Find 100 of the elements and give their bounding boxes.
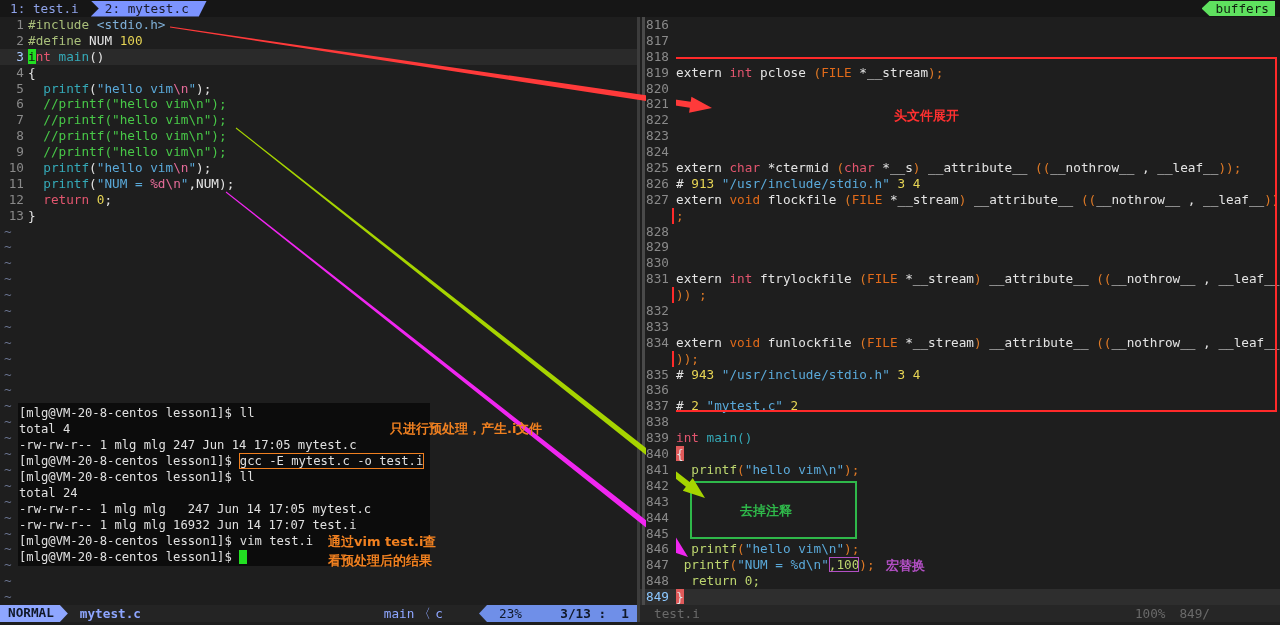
line-number: 823 [646, 128, 676, 145]
empty-line-marker: ~ [3, 255, 12, 272]
line-number: 10 [7, 160, 25, 176]
shell-output: -rw-rw-r-- 1 mlg mlg 247 Jun 14 17:05 mytest.c [19, 501, 372, 517]
code-line: printf("NUM = %d\n",NUM); [42, 175, 235, 192]
shell-prompt: [mlg@VM-20-8-centos lesson1]$ [19, 453, 232, 469]
code-line: int main() [676, 430, 753, 447]
empty-line-marker: ~ [3, 509, 12, 526]
shell-prompt: [mlg@VM-20-8-centos lesson1]$ [19, 469, 232, 485]
empty-line-marker: ~ [3, 366, 12, 383]
shell-output: total 4 [19, 421, 71, 437]
code-line: printf("hello vim\n"); [690, 541, 860, 558]
line-number: 6 [15, 96, 25, 113]
code-line: printf("hello vim\n"); [42, 80, 212, 97]
code-line: #define NUM 100 [28, 32, 143, 49]
empty-line-marker: ~ [3, 223, 12, 240]
cursor-position: 3/13 : 1 [560, 605, 629, 622]
line-number: 13 [7, 207, 25, 224]
code-line: extern int pclose (FILE *__stream); [676, 64, 944, 81]
shell-command: gcc -E mytest.c -o test.i [238, 453, 425, 469]
empty-line-marker: ~ [3, 477, 12, 494]
line-number: 11 [7, 175, 25, 192]
code-line: int main() [28, 48, 105, 65]
shell-output: -rw-rw-r-- 1 mlg mlg 247 Jun 14 17:05 mytest.c [19, 437, 357, 453]
empty-line-marker: ~ [3, 493, 12, 510]
line-number: 835 [646, 366, 676, 383]
empty-line-marker: ~ [3, 318, 12, 335]
empty-line-marker: ~ [3, 303, 12, 319]
line-number: 830 [646, 255, 676, 272]
line-number: 825 [646, 160, 676, 176]
code-line: )) ; [676, 287, 707, 304]
empty-line-marker: ~ [3, 414, 12, 431]
empty-line-marker: ~ [3, 398, 12, 415]
line-number: 7 [15, 112, 25, 129]
function-name: main [383, 605, 415, 622]
empty-line-marker: ~ [3, 350, 12, 367]
line-number: 1 [15, 17, 25, 33]
file-name: test.i [654, 605, 700, 622]
empty-line-marker: ~ [3, 461, 12, 478]
empty-line-marker: ~ [3, 589, 12, 605]
buffer-tab[interactable]: 2: mytest.c [90, 0, 207, 17]
code-line: } [28, 207, 36, 224]
shell-command: vim test.i [238, 533, 315, 549]
shell-command: ll [238, 405, 256, 421]
shell-command: ll [238, 469, 256, 485]
line-number: 4 [15, 64, 25, 81]
line-number: 821 [646, 96, 676, 113]
line-number: 822 [646, 112, 676, 129]
shell-output: total 24 [19, 485, 78, 501]
line-number: 837 [646, 398, 676, 415]
line-number: 828 [646, 223, 676, 240]
empty-line-marker: ~ [3, 271, 12, 288]
shell-prompt: [mlg@VM-20-8-centos lesson1]$ [19, 533, 232, 549]
shell-prompt: [mlg@VM-20-8-centos lesson1]$ [19, 549, 232, 565]
line-number: 12 [7, 191, 25, 208]
line-number: 5 [15, 80, 25, 97]
annotation-label: 通过vim test.i查 看预处理后的结果 [328, 533, 437, 570]
line-number: 831 [646, 271, 676, 288]
percent-text: 100% [1134, 605, 1166, 622]
code-line: //printf("hello vim\n"); [42, 96, 227, 113]
line-number: 9 [15, 144, 25, 160]
file-name: mytest.c [79, 605, 141, 622]
empty-line-marker: ~ [3, 287, 12, 304]
line-number: 3 [15, 48, 25, 65]
line-number: 829 [646, 239, 676, 256]
code-line: extern char *ctermid (char *__s) __attribute__ ((__nothrow__ , __leaf__)); [676, 160, 1242, 176]
code-line: )); [676, 350, 699, 367]
cursor-position: 849/ [1179, 605, 1210, 622]
separator-glyph: 〈 [418, 605, 432, 622]
empty-line-marker: ~ [3, 525, 12, 542]
empty-line-marker: ~ [3, 573, 12, 590]
percent-text: 23% [499, 605, 522, 622]
code-line: //printf("hello vim\n"); [42, 144, 227, 160]
line-number: 2 [15, 32, 25, 49]
empty-line-marker: ~ [3, 446, 12, 462]
shell-prompt: [mlg@VM-20-8-centos lesson1]$ [19, 405, 232, 421]
empty-line-marker: ~ [3, 430, 12, 447]
empty-line-marker: ~ [3, 239, 12, 256]
code-line: printf("hello vim\n"); [42, 160, 212, 176]
code-line: //printf("hello vim\n"); [42, 112, 227, 129]
code-line: printf("hello vim\n"); [690, 461, 860, 478]
line-number: 8 [15, 128, 25, 145]
code-line: return 0; [42, 191, 113, 208]
empty-line-marker: ~ [3, 541, 12, 558]
file-type: c [435, 605, 443, 622]
buffer-tab[interactable]: 1: test.i [8, 0, 81, 17]
code-line: # 913 "/usr/include/stdio.h" 3 4 [676, 175, 921, 192]
buffers-label: buffers [1201, 1, 1275, 16]
empty-line-marker: ~ [3, 382, 12, 399]
empty-line-marker: ~ [3, 334, 12, 351]
code-line: # 2 "mytest.c" 2 [676, 398, 799, 415]
line-number: 836 [646, 382, 676, 399]
annotation-label: 头文件展开 [894, 107, 959, 125]
annotation-label: 宏替换 [886, 557, 925, 575]
code-line: //printf("hello vim\n"); [42, 128, 227, 145]
line-number: 824 [646, 144, 676, 160]
code-line: # 943 "/usr/include/stdio.h" 3 4 [676, 366, 921, 383]
annotation-label: 去掉注释 [740, 502, 792, 520]
empty-line-marker: ~ [3, 557, 12, 574]
code-line: ; [676, 207, 684, 224]
